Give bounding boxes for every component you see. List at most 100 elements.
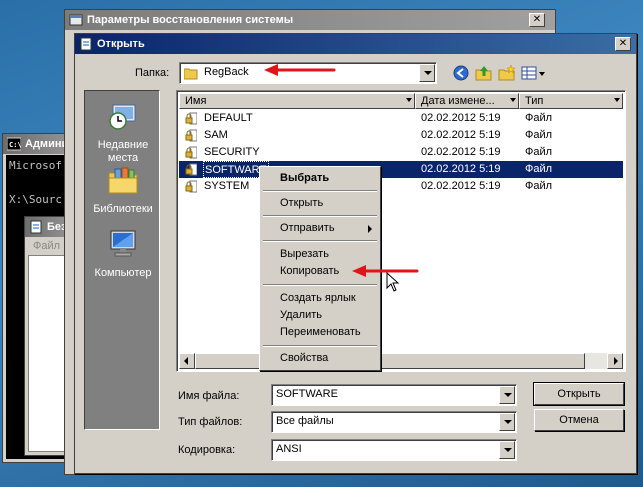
chevron-down-icon xyxy=(614,98,620,102)
column-header-type[interactable]: Тип xyxy=(519,93,623,109)
folder-icon xyxy=(184,68,198,80)
file-type: Файл xyxy=(525,112,553,124)
file-type: Файл xyxy=(525,180,553,192)
column-header-label: Имя xyxy=(185,95,207,107)
menu-separator xyxy=(263,240,377,242)
folder-dropdown-arrow[interactable] xyxy=(419,64,435,82)
chevron-right-icon xyxy=(368,225,372,233)
file-type: Файл xyxy=(525,129,553,141)
file-date: 02.02.2012 5:19 xyxy=(421,180,501,192)
menu-separator xyxy=(263,284,377,286)
place-libraries[interactable]: Библиотеки xyxy=(85,165,161,216)
table-row[interactable]: DEFAULT 02.02.2012 5:19 Файл xyxy=(179,110,623,127)
menu-item-select[interactable]: Выбрать xyxy=(262,170,378,187)
table-row[interactable]: SYSTEM 02.02.2012 5:19 Файл xyxy=(179,178,623,195)
menu-separator xyxy=(263,215,377,217)
places-bar: Недавние места Библиотеки Компьютер xyxy=(84,90,160,430)
place-recent[interactable]: Недавние места xyxy=(85,101,161,165)
cancel-button[interactable]: Отмена xyxy=(534,409,624,431)
horizontal-scrollbar[interactable] xyxy=(179,353,623,369)
table-row[interactable]: SECURITY 02.02.2012 5:19 Файл xyxy=(179,144,623,161)
close-icon: ✕ xyxy=(618,38,628,49)
file-date: 02.02.2012 5:19 xyxy=(421,112,501,124)
menu-item-properties[interactable]: Свойства xyxy=(262,350,378,367)
menu-separator xyxy=(263,190,377,192)
system-restore-close-button[interactable]: ✕ xyxy=(529,13,545,27)
menu-item-cut[interactable]: Вырезать xyxy=(262,246,378,263)
filename-dropdown-arrow[interactable] xyxy=(499,386,515,404)
file-date: 02.02.2012 5:19 xyxy=(421,146,501,158)
column-header-label: Тип xyxy=(525,95,544,107)
filetype-value: Все файлы xyxy=(276,415,334,427)
annotation-arrow-icon xyxy=(264,64,336,76)
libraries-icon xyxy=(108,167,138,194)
filename-value: SOFTWARE xyxy=(276,388,338,400)
scrollbar-thumb[interactable] xyxy=(195,353,585,369)
console-icon: C:\ xyxy=(7,137,21,151)
menu-item-label: Отправить xyxy=(280,222,335,234)
file-name: SYSTEM xyxy=(204,180,250,192)
file-name: SECURITY xyxy=(204,146,260,158)
file-type: Файл xyxy=(525,146,553,158)
place-label: Недавние места xyxy=(97,139,149,164)
locked-file-icon xyxy=(185,129,197,142)
folder-value: RegBack xyxy=(204,66,249,78)
place-label: Библиотеки xyxy=(93,203,153,215)
open-dialog-titlebar[interactable]: Открыть xyxy=(75,34,636,54)
menu-item-create-shortcut[interactable]: Создать ярлык xyxy=(262,290,378,307)
menu-item-send-to[interactable]: Отправить xyxy=(262,220,378,237)
encoding-label: Кодировка: xyxy=(178,444,236,456)
table-row-selected[interactable]: SOFTWARE 02.02.2012 5:19 Файл xyxy=(179,161,623,178)
file-type: Файл xyxy=(525,163,553,175)
file-list[interactable]: Имя Дата измене... Тип DEFAULT 02.02.201… xyxy=(176,90,626,372)
encoding-dropdown-arrow[interactable] xyxy=(499,441,515,459)
folder-label: Папка: xyxy=(135,67,170,79)
column-header-label: Дата измене... xyxy=(421,95,495,107)
locked-file-icon xyxy=(185,180,197,193)
filetype-label: Тип файлов: xyxy=(178,416,243,428)
back-icon[interactable] xyxy=(451,63,471,83)
mouse-cursor-icon xyxy=(386,272,400,292)
file-date: 02.02.2012 5:19 xyxy=(421,163,501,175)
svg-text:C:\: C:\ xyxy=(9,141,21,149)
chevron-down-icon xyxy=(510,98,516,102)
computer-icon xyxy=(110,230,136,257)
restore-window-icon xyxy=(69,14,83,26)
menu-separator xyxy=(263,345,377,347)
close-icon: ✕ xyxy=(532,14,542,25)
filetype-dropdown-arrow[interactable] xyxy=(499,413,515,431)
menu-item-open[interactable]: Открыть xyxy=(262,195,378,212)
encoding-value: ANSI xyxy=(276,443,302,455)
column-header-name[interactable]: Имя xyxy=(179,93,415,109)
scroll-right-icon[interactable] xyxy=(607,353,623,369)
locked-file-icon xyxy=(185,112,197,125)
column-header-date[interactable]: Дата измене... xyxy=(415,93,519,109)
table-row[interactable]: SAM 02.02.2012 5:19 Файл xyxy=(179,127,623,144)
scroll-left-icon[interactable] xyxy=(179,353,195,369)
locked-file-icon xyxy=(185,163,197,176)
menu-item-rename[interactable]: Переименовать xyxy=(262,324,378,341)
file-name: DEFAULT xyxy=(204,112,253,124)
annotation-arrow-icon xyxy=(352,265,419,277)
menu-item-delete[interactable]: Удалить xyxy=(262,307,378,324)
open-dialog-close-button[interactable]: ✕ xyxy=(615,37,631,51)
place-computer[interactable]: Компьютер xyxy=(85,229,161,280)
open-dialog-title: Открыть xyxy=(97,38,145,50)
new-folder-icon[interactable] xyxy=(497,63,517,83)
recent-places-icon xyxy=(109,104,136,130)
notepad-icon xyxy=(30,220,42,234)
file-date: 02.02.2012 5:19 xyxy=(421,129,501,141)
filename-combo[interactable]: SOFTWARE xyxy=(271,384,517,406)
place-label: Компьютер xyxy=(94,267,152,279)
notepad-icon xyxy=(80,37,92,51)
system-restore-titlebar[interactable]: Параметры восстановления системы xyxy=(65,10,555,30)
system-restore-title: Параметры восстановления системы xyxy=(87,14,294,26)
filetype-combo[interactable]: Все файлы xyxy=(271,411,517,433)
chevron-down-icon xyxy=(406,98,412,102)
open-button[interactable]: Открыть xyxy=(533,382,625,406)
filename-label: Имя файла: xyxy=(178,390,240,402)
encoding-combo[interactable]: ANSI xyxy=(271,439,517,461)
up-folder-icon[interactable] xyxy=(474,63,494,83)
locked-file-icon xyxy=(185,146,197,159)
view-menu-icon[interactable] xyxy=(520,63,546,83)
